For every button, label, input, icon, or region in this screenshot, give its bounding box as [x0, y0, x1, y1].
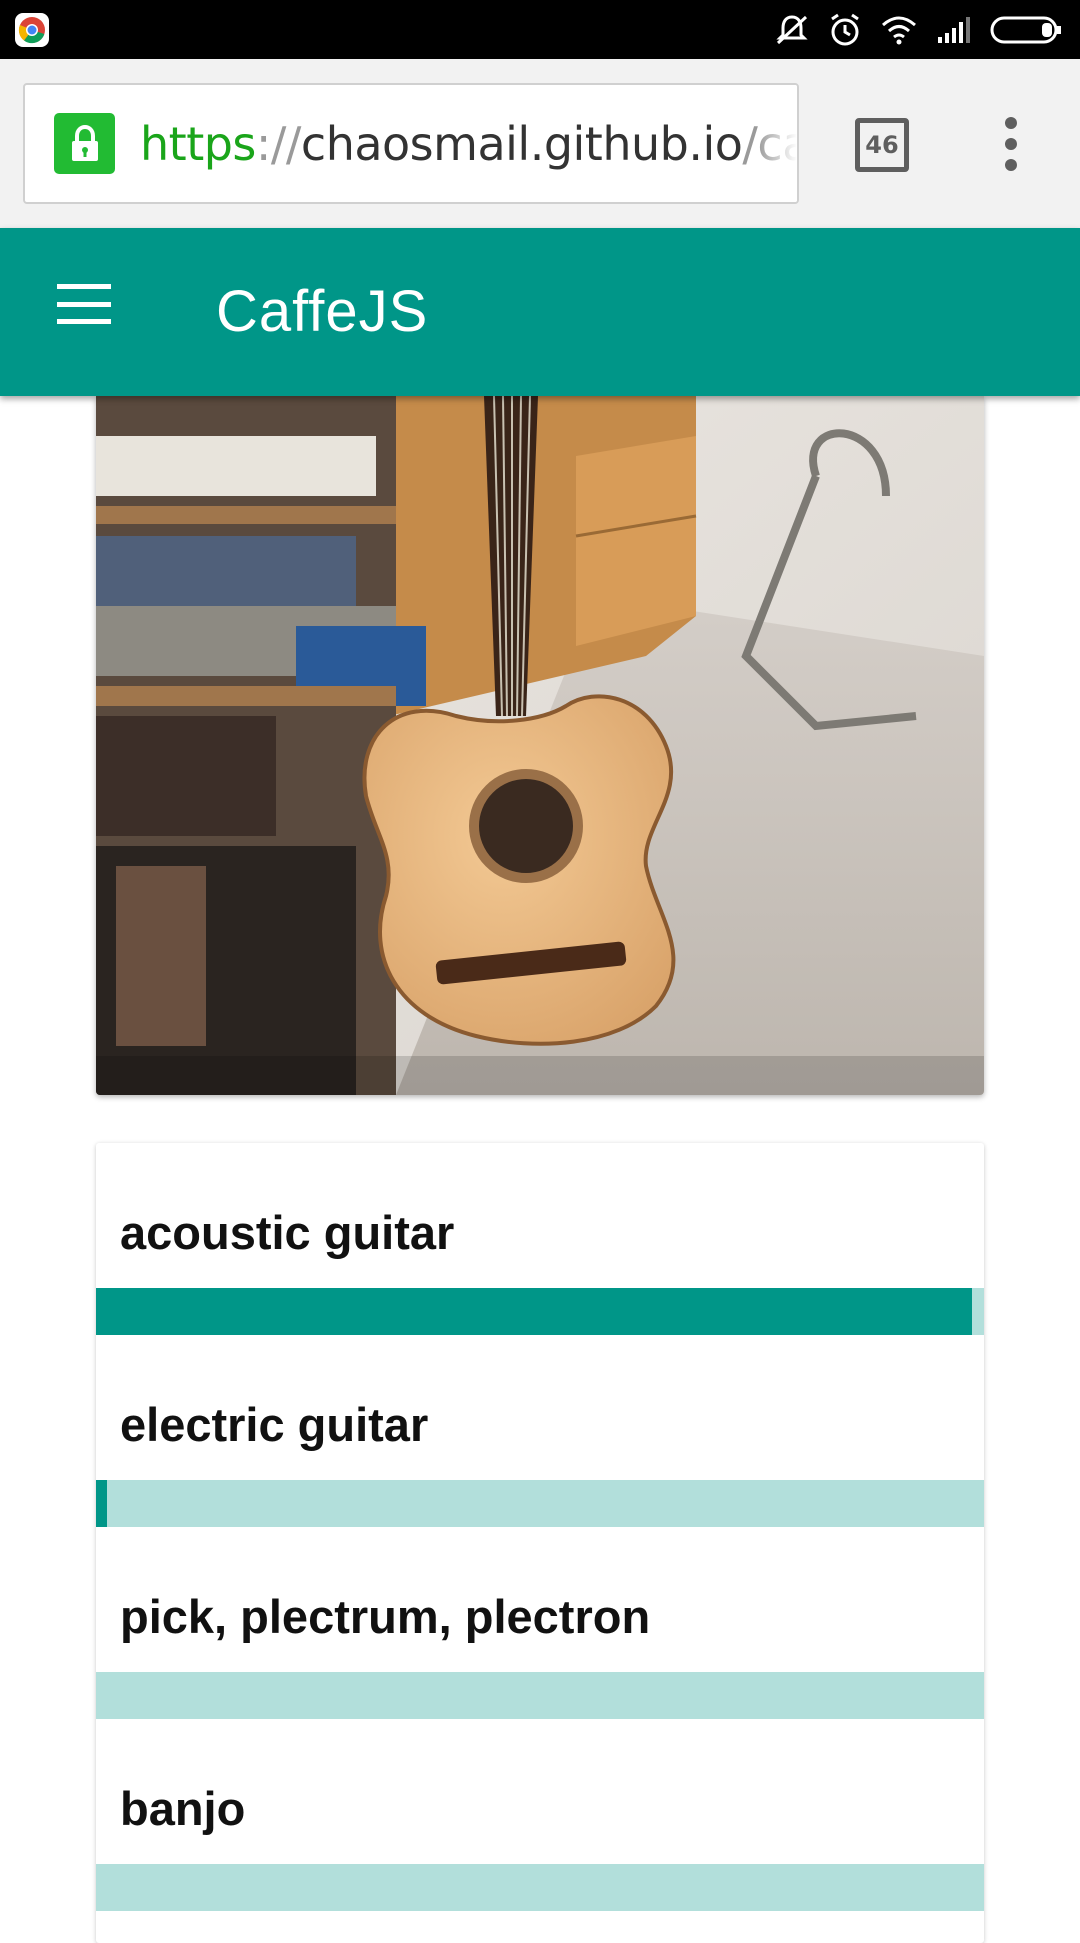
hamburger-line	[57, 301, 111, 307]
main-content: acoustic guitar electric guitar pick, pl…	[0, 396, 1080, 1943]
prediction-label: pick, plectrum, plectron	[120, 1590, 651, 1643]
prediction-label: banjo	[120, 1782, 246, 1835]
url-bar[interactable]: https://chaosmail.github.io/caffe	[23, 83, 799, 204]
muted-vibrate-icon	[776, 15, 808, 45]
hamburger-line	[57, 284, 111, 289]
wifi-icon	[882, 16, 916, 45]
chrome-icon	[15, 13, 49, 47]
confidence-fill	[96, 1480, 107, 1527]
url-fade	[757, 85, 797, 202]
tab-switcher-button[interactable]: 46	[855, 118, 909, 172]
app-title: CaffeJS	[216, 279, 429, 344]
app-bar: CaffeJS	[0, 228, 1080, 396]
prediction-label: acoustic guitar	[120, 1206, 455, 1259]
battery-icon	[990, 16, 1061, 44]
confidence-bar	[96, 1672, 984, 1719]
url-separator: ://	[255, 116, 302, 171]
prediction-item: banjo	[96, 1719, 984, 1911]
confidence-fill	[96, 1288, 972, 1335]
cell-signal-icon	[938, 17, 970, 43]
url-scheme: https	[140, 116, 256, 171]
alarm-icon	[831, 13, 859, 46]
confidence-bar	[96, 1480, 984, 1527]
confidence-bar	[96, 1864, 984, 1911]
menu-dot	[1005, 117, 1017, 129]
predictions-card: acoustic guitar electric guitar pick, pl…	[96, 1143, 984, 1943]
prediction-item: acoustic guitar	[96, 1143, 984, 1335]
browser-toolbar: https://chaosmail.github.io/caffe 46	[0, 59, 1080, 228]
url-host: chaosmail.github.io	[300, 116, 743, 171]
lock-icon[interactable]	[54, 113, 115, 174]
prediction-item: electric guitar	[96, 1335, 984, 1527]
menu-dot	[1005, 159, 1017, 171]
hamburger-line	[57, 319, 111, 324]
confidence-bar	[96, 1288, 984, 1335]
status-bar	[0, 0, 1080, 59]
overflow-menu-icon[interactable]	[990, 111, 1032, 177]
input-photo[interactable]	[96, 396, 984, 1095]
url-text[interactable]: https://chaosmail.github.io/caffe	[140, 116, 797, 171]
menu-dot	[1005, 138, 1017, 150]
prediction-item: pick, plectrum, plectron	[96, 1527, 984, 1719]
hamburger-menu-icon[interactable]	[57, 284, 111, 324]
prediction-label: electric guitar	[120, 1398, 429, 1451]
